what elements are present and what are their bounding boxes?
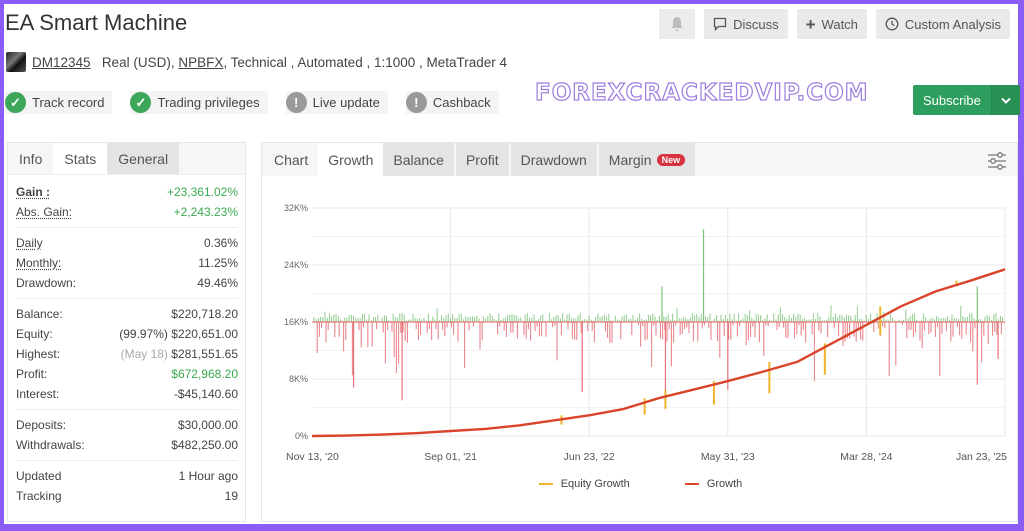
notify-button[interactable] (659, 9, 696, 39)
y-tick-label: 8K% (289, 374, 308, 384)
chart-settings-button[interactable] (987, 152, 1007, 170)
chevron-down-icon (1001, 97, 1011, 104)
tab-profit[interactable]: Profit (455, 143, 509, 176)
divider (16, 460, 238, 461)
avatar[interactable] (6, 52, 26, 72)
stat-abs-gain: Abs. Gain: +2,243.23% (16, 205, 238, 219)
tab-stats[interactable]: Stats (53, 143, 108, 174)
stat-monthly: Monthly: 11.25% (16, 256, 238, 270)
stats-tabs: Info Stats General (8, 143, 245, 175)
subscribe-button-group: Subscribe (913, 85, 1020, 115)
x-tick-label: Mar 28, '24 (840, 451, 892, 463)
legend-swatch (538, 483, 553, 485)
account-attributes: , Technical , Automated , 1:1000 , MetaT… (223, 54, 508, 70)
plus-icon: + (805, 14, 816, 34)
discuss-button[interactable]: Discuss (704, 9, 788, 39)
legend-equity-growth[interactable]: Equity Growth (538, 478, 630, 490)
legend-swatch (684, 483, 699, 485)
tab-general[interactable]: General (107, 143, 180, 174)
growth-line (311, 268, 1006, 438)
divider (16, 227, 238, 228)
watermark: FOREXCRACKEDVIP.COM (534, 79, 869, 106)
exclamation-icon: ! (285, 92, 307, 113)
badge-cashback[interactable]: ! Cashback (405, 91, 499, 114)
growth-chart: 0% 8K% 16K% 24K% 32K% Nov 13, '20 Sep 01, '21… (284, 203, 1007, 463)
sliders-icon (988, 152, 1006, 170)
stat-equity: Equity: (99.97%) $220,651.00 (16, 327, 238, 341)
tab-growth[interactable]: Growth (318, 143, 384, 176)
stat-balance: Balance: $220,718.20 (16, 307, 238, 321)
divider (16, 409, 238, 410)
stat-gain: Gain : +23,361.02% (16, 185, 238, 199)
account-link[interactable]: DM12345 (32, 55, 91, 70)
verification-badges: ✓ Track record ✓ Trading privileges ! Li… (5, 91, 517, 114)
new-badge: New (656, 153, 686, 166)
x-tick-label: Jan 23, '25 (956, 451, 1007, 463)
tab-drawdown[interactable]: Drawdown (510, 143, 597, 176)
chart-panel: Chart Growth Balance Profit Drawdown Mar… (261, 142, 1018, 522)
comment-icon (713, 17, 727, 31)
badge-trading-privileges[interactable]: ✓ Trading privileges (130, 91, 268, 114)
y-tick-label: 16K% (284, 317, 308, 327)
divider (16, 298, 238, 299)
chart-legend: Equity Growth Growth (262, 478, 1019, 490)
y-tick-label: 0% (295, 431, 308, 441)
stats-panel: Info Stats General Gain : +23,361.02% Ab… (7, 142, 246, 522)
tab-chart[interactable]: Chart (262, 143, 318, 176)
page-title: EA Smart Machine (5, 10, 188, 35)
y-tick-label: 32K% (284, 203, 308, 213)
stat-drawdown: Drawdown: 49.46% (16, 276, 238, 290)
stat-highest: Highest: (May 18) $281,551.65 (16, 347, 238, 361)
page: EA Smart Machine DM12345 Real (USD), NPB… (4, 4, 1020, 524)
chart-tabs: Chart Growth Balance Profit Drawdown Mar… (262, 143, 1017, 176)
stat-updated: Updated 1 Hour ago (16, 469, 238, 483)
subscribe-dropdown[interactable] (990, 85, 1020, 115)
tab-margin[interactable]: Margin New (598, 143, 696, 176)
watch-button[interactable]: + Watch (796, 9, 867, 39)
highest-date: (May 18) (120, 347, 168, 361)
stat-tracking: Tracking 19 (16, 489, 238, 503)
stat-interest: Interest: -$45,140.60 (16, 387, 238, 401)
y-tick-label: 24K% (284, 260, 308, 270)
account-meta: DM12345 Real (USD), NPBFX , Technical , … (6, 52, 507, 72)
stat-deposits: Deposits: $30,000.00 (16, 418, 238, 432)
x-tick-label: Jun 23, '22 (564, 451, 615, 463)
header-actions: Discuss + Watch Custom Analysis (659, 9, 1010, 39)
check-icon: ✓ (5, 92, 26, 113)
tab-balance[interactable]: Balance (383, 143, 454, 176)
account-type: Real (USD), (101, 54, 175, 70)
subscribe-button[interactable]: Subscribe (913, 85, 991, 115)
custom-analysis-button[interactable]: Custom Analysis (875, 9, 1010, 39)
legend-growth[interactable]: Growth (684, 478, 742, 490)
bell-icon (671, 17, 683, 31)
clock-icon (885, 17, 899, 31)
check-icon: ✓ (130, 92, 152, 113)
exclamation-icon: ! (405, 92, 427, 113)
equity-percent: (99.97%) (119, 327, 168, 341)
x-tick-label: May 31, '23 (701, 451, 755, 463)
stat-daily: Daily 0.36% (16, 236, 238, 250)
tab-info[interactable]: Info (8, 143, 53, 174)
badge-track-record[interactable]: ✓ Track record (5, 91, 113, 114)
stat-profit: Profit: $672,968.20 (16, 367, 238, 381)
x-tick-label: Nov 13, '20 (286, 451, 339, 463)
stat-withdrawals: Withdrawals: $482,250.00 (16, 438, 238, 452)
badge-live-update[interactable]: ! Live update (285, 91, 388, 114)
broker-link[interactable]: NPBFX (178, 55, 223, 70)
x-tick-label: Sep 01, '21 (424, 451, 477, 463)
